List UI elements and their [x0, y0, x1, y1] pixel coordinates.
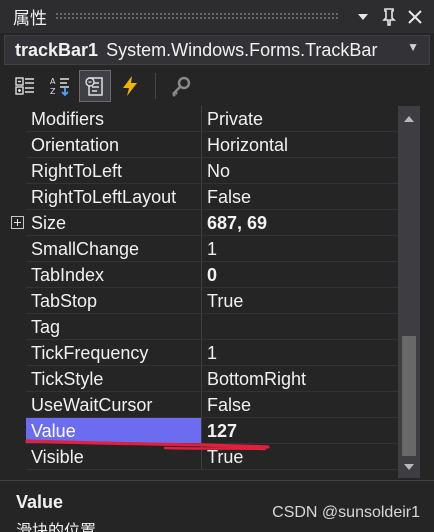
- pin-icon[interactable]: [376, 4, 402, 30]
- property-row[interactable]: Value 127: [4, 418, 398, 444]
- property-name[interactable]: RightToLeftLayout: [26, 184, 202, 210]
- property-name[interactable]: UseWaitCursor: [26, 392, 202, 418]
- property-name[interactable]: Tag: [26, 314, 202, 340]
- property-name[interactable]: SmallChange: [26, 236, 202, 262]
- dropdown-arrow-icon[interactable]: [350, 4, 376, 30]
- property-name[interactable]: Size: [26, 210, 202, 236]
- property-value[interactable]: BottomRight: [202, 366, 398, 392]
- row-gutter: [4, 314, 26, 340]
- row-gutter: [4, 444, 26, 470]
- property-value[interactable]: Private: [202, 106, 398, 132]
- categorized-icon[interactable]: [9, 70, 41, 102]
- property-row[interactable]: Orientation Horizontal: [4, 132, 398, 158]
- property-row[interactable]: Visible True: [4, 444, 398, 470]
- property-value[interactable]: 1: [202, 236, 398, 262]
- property-name[interactable]: TabStop: [26, 288, 202, 314]
- alphabetical-icon[interactable]: A Z: [44, 70, 76, 102]
- property-row[interactable]: Modifiers Private: [4, 106, 398, 132]
- svg-text:A: A: [50, 77, 56, 86]
- scroll-down-arrow-icon[interactable]: [402, 462, 416, 472]
- titlebar-grip[interactable]: [55, 12, 340, 21]
- svg-text:Z: Z: [50, 87, 56, 96]
- property-row[interactable]: RightToLeftLayout False: [4, 184, 398, 210]
- scrollbar-thumb[interactable]: [402, 336, 416, 456]
- property-value[interactable]: 0: [202, 262, 398, 288]
- property-row[interactable]: TabStop True: [4, 288, 398, 314]
- property-row[interactable]: RightToLeft No: [4, 158, 398, 184]
- property-pages-icon[interactable]: [165, 70, 197, 102]
- property-name[interactable]: Modifiers: [26, 106, 202, 132]
- property-value[interactable]: 1: [202, 340, 398, 366]
- row-gutter: [4, 392, 26, 418]
- property-row[interactable]: Size 687, 69: [4, 210, 398, 236]
- property-name[interactable]: Orientation: [26, 132, 202, 158]
- row-gutter: [4, 210, 26, 236]
- row-gutter: [4, 366, 26, 392]
- property-grid-scrollbar[interactable]: [398, 106, 420, 478]
- property-row[interactable]: SmallChange 1: [4, 236, 398, 262]
- row-gutter: [4, 132, 26, 158]
- property-value[interactable]: [202, 314, 398, 340]
- property-value[interactable]: False: [202, 392, 398, 418]
- property-value[interactable]: True: [202, 444, 398, 470]
- properties-icon[interactable]: [79, 70, 111, 102]
- chevron-down-icon[interactable]: ▼: [407, 40, 419, 54]
- property-name[interactable]: TickFrequency: [26, 340, 202, 366]
- events-icon[interactable]: [114, 70, 146, 102]
- row-gutter: [4, 106, 26, 132]
- row-gutter: [4, 340, 26, 366]
- property-value[interactable]: False: [202, 184, 398, 210]
- property-value[interactable]: 687, 69: [202, 210, 398, 236]
- property-row[interactable]: UseWaitCursor False: [4, 392, 398, 418]
- row-gutter: [4, 418, 26, 444]
- object-type: System.Windows.Forms.TrackBar: [106, 39, 378, 60]
- property-toolbar: A Z: [0, 67, 434, 105]
- row-gutter: [4, 158, 26, 184]
- property-grid: Modifiers Private Orientation Horizontal Rig…: [4, 106, 398, 470]
- expand-plus-icon[interactable]: [11, 216, 24, 229]
- property-name[interactable]: TickStyle: [26, 366, 202, 392]
- property-value[interactable]: Horizontal: [202, 132, 398, 158]
- property-row[interactable]: TickFrequency 1: [4, 340, 398, 366]
- property-name[interactable]: RightToLeft: [26, 158, 202, 184]
- toolbar-separator: [155, 73, 156, 99]
- row-gutter: [4, 288, 26, 314]
- object-name: trackBar1: [15, 39, 99, 60]
- property-row[interactable]: TickStyle BottomRight: [4, 366, 398, 392]
- tool-window-titlebar: 属性: [0, 0, 434, 33]
- property-value[interactable]: True: [202, 288, 398, 314]
- property-value[interactable]: 127: [202, 418, 398, 444]
- property-value[interactable]: No: [202, 158, 398, 184]
- property-row[interactable]: TabIndex 0: [4, 262, 398, 288]
- row-gutter: [4, 262, 26, 288]
- property-row[interactable]: Tag: [4, 314, 398, 340]
- property-name[interactable]: Visible: [26, 444, 202, 470]
- close-icon[interactable]: [402, 4, 428, 30]
- property-name[interactable]: TabIndex: [26, 262, 202, 288]
- window-title: 属性: [13, 9, 47, 29]
- scroll-up-arrow-icon[interactable]: [402, 114, 416, 124]
- row-gutter: [4, 236, 26, 262]
- row-gutter: [4, 184, 26, 210]
- object-selector[interactable]: trackBar1 System.Windows.Forms.TrackBar …: [4, 35, 430, 65]
- watermark: CSDN @sunsoldeir1: [272, 504, 420, 521]
- property-name[interactable]: Value: [26, 418, 202, 444]
